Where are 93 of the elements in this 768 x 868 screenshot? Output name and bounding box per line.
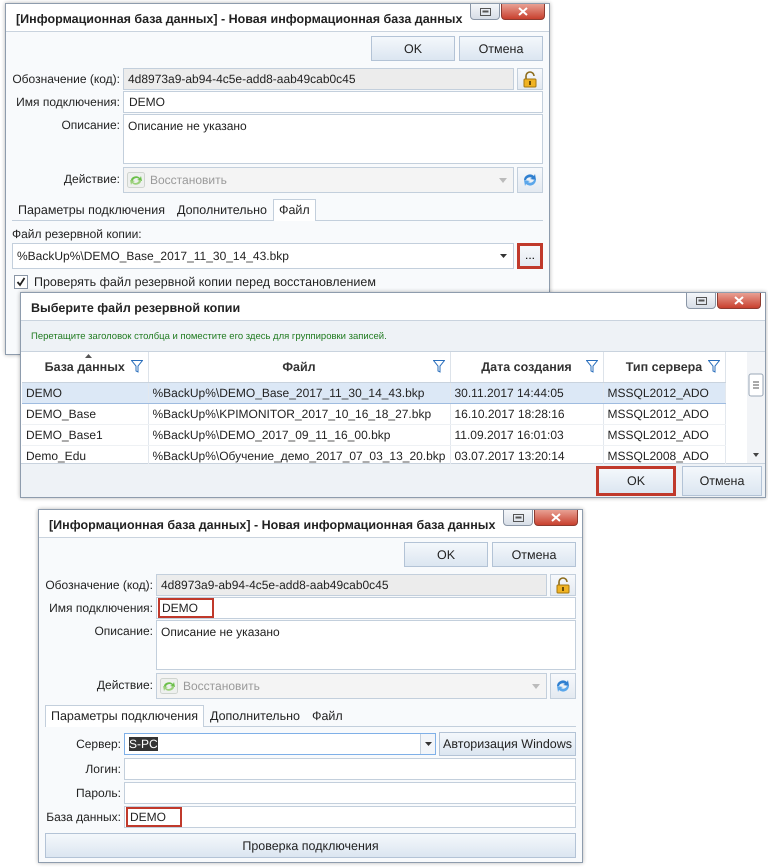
check-connection-button[interactable]: Проверка подключения xyxy=(45,833,576,858)
server-dropdown[interactable]: S-PC xyxy=(124,733,436,755)
field-label: Сервер: xyxy=(75,737,121,751)
table-row[interactable]: DEMO_Base1 %BackUp%\DEMO_2017_09_11_16_00.bkp 11.09.2017 16:01:03 MSSQL2012_ADO xyxy=(22,424,725,446)
recycle-icon xyxy=(160,678,178,694)
window-title: Выберите файл резервной копии xyxy=(31,301,240,315)
caret-icon xyxy=(532,684,540,688)
close-icon xyxy=(518,7,528,16)
column-header[interactable]: Файл xyxy=(148,352,450,382)
restore-button[interactable] xyxy=(686,293,716,309)
table-row[interactable]: DEMO %BackUp%\DEMO_Base_2017_11_30_14_43.bkp 30.11.2017 14:44:05 MSSQL2012_ADO xyxy=(22,382,725,404)
field-label: Обозначение (код): xyxy=(12,72,120,86)
restore-icon xyxy=(512,514,524,522)
table-cell: 30.11.2017 14:44:05 xyxy=(450,382,603,404)
tab[interactable]: Файл xyxy=(272,199,316,221)
column-header[interactable]: База данных xyxy=(22,352,148,382)
window-title: [Информационная база данных] - Новая информационная база данных xyxy=(49,518,496,532)
dialog-button[interactable]: Отмена xyxy=(459,36,543,61)
close-icon xyxy=(551,513,561,522)
field-label: База данных: xyxy=(45,810,121,824)
restore-button[interactable] xyxy=(503,510,533,526)
close-icon xyxy=(734,296,744,305)
field-label: Файл резервной копии: xyxy=(12,227,143,241)
table-cell: DEMO_Base xyxy=(22,404,148,424)
column-header[interactable]: Дата создания xyxy=(450,352,603,382)
text-field[interactable] xyxy=(124,758,576,780)
field-label: Описание: xyxy=(93,623,153,638)
description-field[interactable]: Описание не указано xyxy=(123,114,543,164)
field-label: Логин: xyxy=(84,762,121,776)
padlock-icon xyxy=(523,70,537,88)
table-cell: DEMO xyxy=(22,382,148,404)
text-field[interactable]: DEMO xyxy=(156,597,576,619)
close-button[interactable] xyxy=(534,510,578,526)
dialog-button[interactable]: OK xyxy=(371,36,455,61)
table-cell: MSSQL2012_ADO xyxy=(603,404,725,424)
table-cell: %BackUp%\DEMO_2017_09_11_16_00.bkp xyxy=(148,424,450,446)
column-header[interactable]: Тип сервера xyxy=(603,352,725,382)
field-label: Действие: xyxy=(62,172,120,186)
authorization-button[interactable]: Авторизация Windows xyxy=(439,732,576,756)
refresh-button[interactable] xyxy=(517,167,543,193)
field-label: Обозначение (код): xyxy=(45,578,153,592)
group-hint: Перетащите заголовок столбца и поместите его здесь для группировки записей. xyxy=(31,330,387,342)
caret-icon xyxy=(500,254,507,258)
dialog-button[interactable]: Отмена xyxy=(682,466,762,496)
text-field[interactable] xyxy=(124,782,576,804)
dialog-button[interactable]: OK xyxy=(404,542,488,567)
close-button[interactable] xyxy=(717,293,761,309)
recycle-icon xyxy=(127,172,145,188)
restore-button[interactable] xyxy=(470,4,500,20)
table-cell: MSSQL2012_ADO xyxy=(603,382,725,404)
dialog-button[interactable]: OK xyxy=(596,466,676,496)
browse-button[interactable]: ... xyxy=(517,243,543,269)
caret-icon xyxy=(424,742,432,746)
dialog-button[interactable]: Отмена xyxy=(492,542,576,567)
table-cell: %BackUp%\KPIMONITOR_2017_10_16_18_27.bkp xyxy=(148,404,450,424)
lock-button[interactable] xyxy=(517,68,543,90)
table-cell: %BackUp%\DEMO_Base_2017_11_30_14_43.bkp xyxy=(148,382,450,404)
backup-file-dropdown[interactable]: %BackUp%\DEMO_Base_2017_11_30_14_43.bkp xyxy=(12,243,514,269)
tab[interactable]: Параметры подключения xyxy=(45,705,204,727)
filter-icon[interactable] xyxy=(708,360,720,373)
filter-icon[interactable] xyxy=(586,360,598,373)
description-field[interactable]: Описание не указано xyxy=(156,620,576,670)
code-field[interactable]: 4d8973a9-ab94-4c5e-add8-aab49cab0c45 xyxy=(156,574,547,596)
field-label: Описание: xyxy=(60,117,120,132)
field-label: Имя подключения: xyxy=(48,601,153,615)
restore-icon xyxy=(480,8,490,16)
text-field[interactable]: DEMO xyxy=(123,91,543,113)
scroll-bar[interactable] xyxy=(747,352,765,463)
field-label: Пароль: xyxy=(75,786,121,800)
field-label: Действие: xyxy=(96,678,153,692)
tab[interactable]: Дополнительно xyxy=(170,199,273,221)
window-title: [Информационная база данных] - Новая информационная база данных xyxy=(16,12,462,26)
tab[interactable]: Дополнительно xyxy=(204,705,306,727)
field-label: Имя подключения: xyxy=(15,95,120,109)
filter-icon[interactable] xyxy=(130,360,142,373)
text-field[interactable]: DEMO xyxy=(124,806,576,828)
table-cell: DEMO_Base1 xyxy=(22,424,148,446)
filter-icon[interactable] xyxy=(432,360,444,373)
table-cell: 11.09.2017 16:01:03 xyxy=(450,424,603,446)
checkbox[interactable] xyxy=(14,275,28,289)
checkbox-label: Проверять файл резервной копии перед восстановлением xyxy=(34,275,376,289)
tab[interactable]: Файл xyxy=(306,705,349,727)
table-cell: MSSQL2012_ADO xyxy=(603,424,725,446)
code-field[interactable]: 4d8973a9-ab94-4c5e-add8-aab49cab0c45 xyxy=(123,68,514,90)
padlock-icon xyxy=(556,576,570,594)
table-row[interactable]: DEMO_Base %BackUp%\KPIMONITOR_2017_10_16_18_27.bkp 16.10.2017 18:28:16 MSSQL2012_ADO xyxy=(22,404,725,424)
caret-icon xyxy=(499,178,507,182)
restore-icon xyxy=(696,296,706,304)
table-cell: 16.10.2017 18:28:16 xyxy=(450,404,603,424)
lock-button[interactable] xyxy=(550,574,576,596)
tab[interactable]: Параметры подключения xyxy=(12,199,171,221)
close-button[interactable] xyxy=(501,4,545,20)
refresh-button[interactable] xyxy=(550,673,576,699)
